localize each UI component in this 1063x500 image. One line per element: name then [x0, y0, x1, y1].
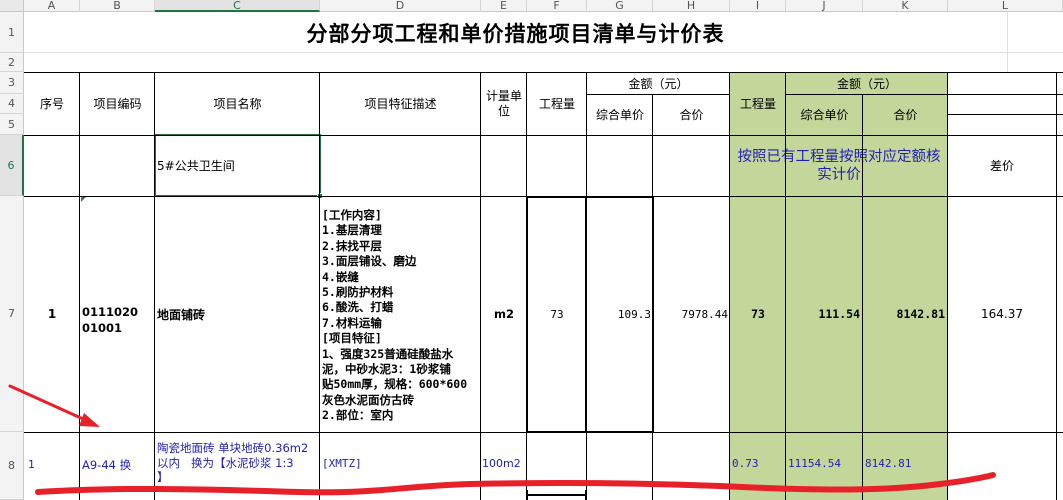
red-annotation-overlay [8, 384, 996, 496]
red-underline-stroke [35, 472, 996, 496]
red-arrow-icon [8, 384, 100, 427]
